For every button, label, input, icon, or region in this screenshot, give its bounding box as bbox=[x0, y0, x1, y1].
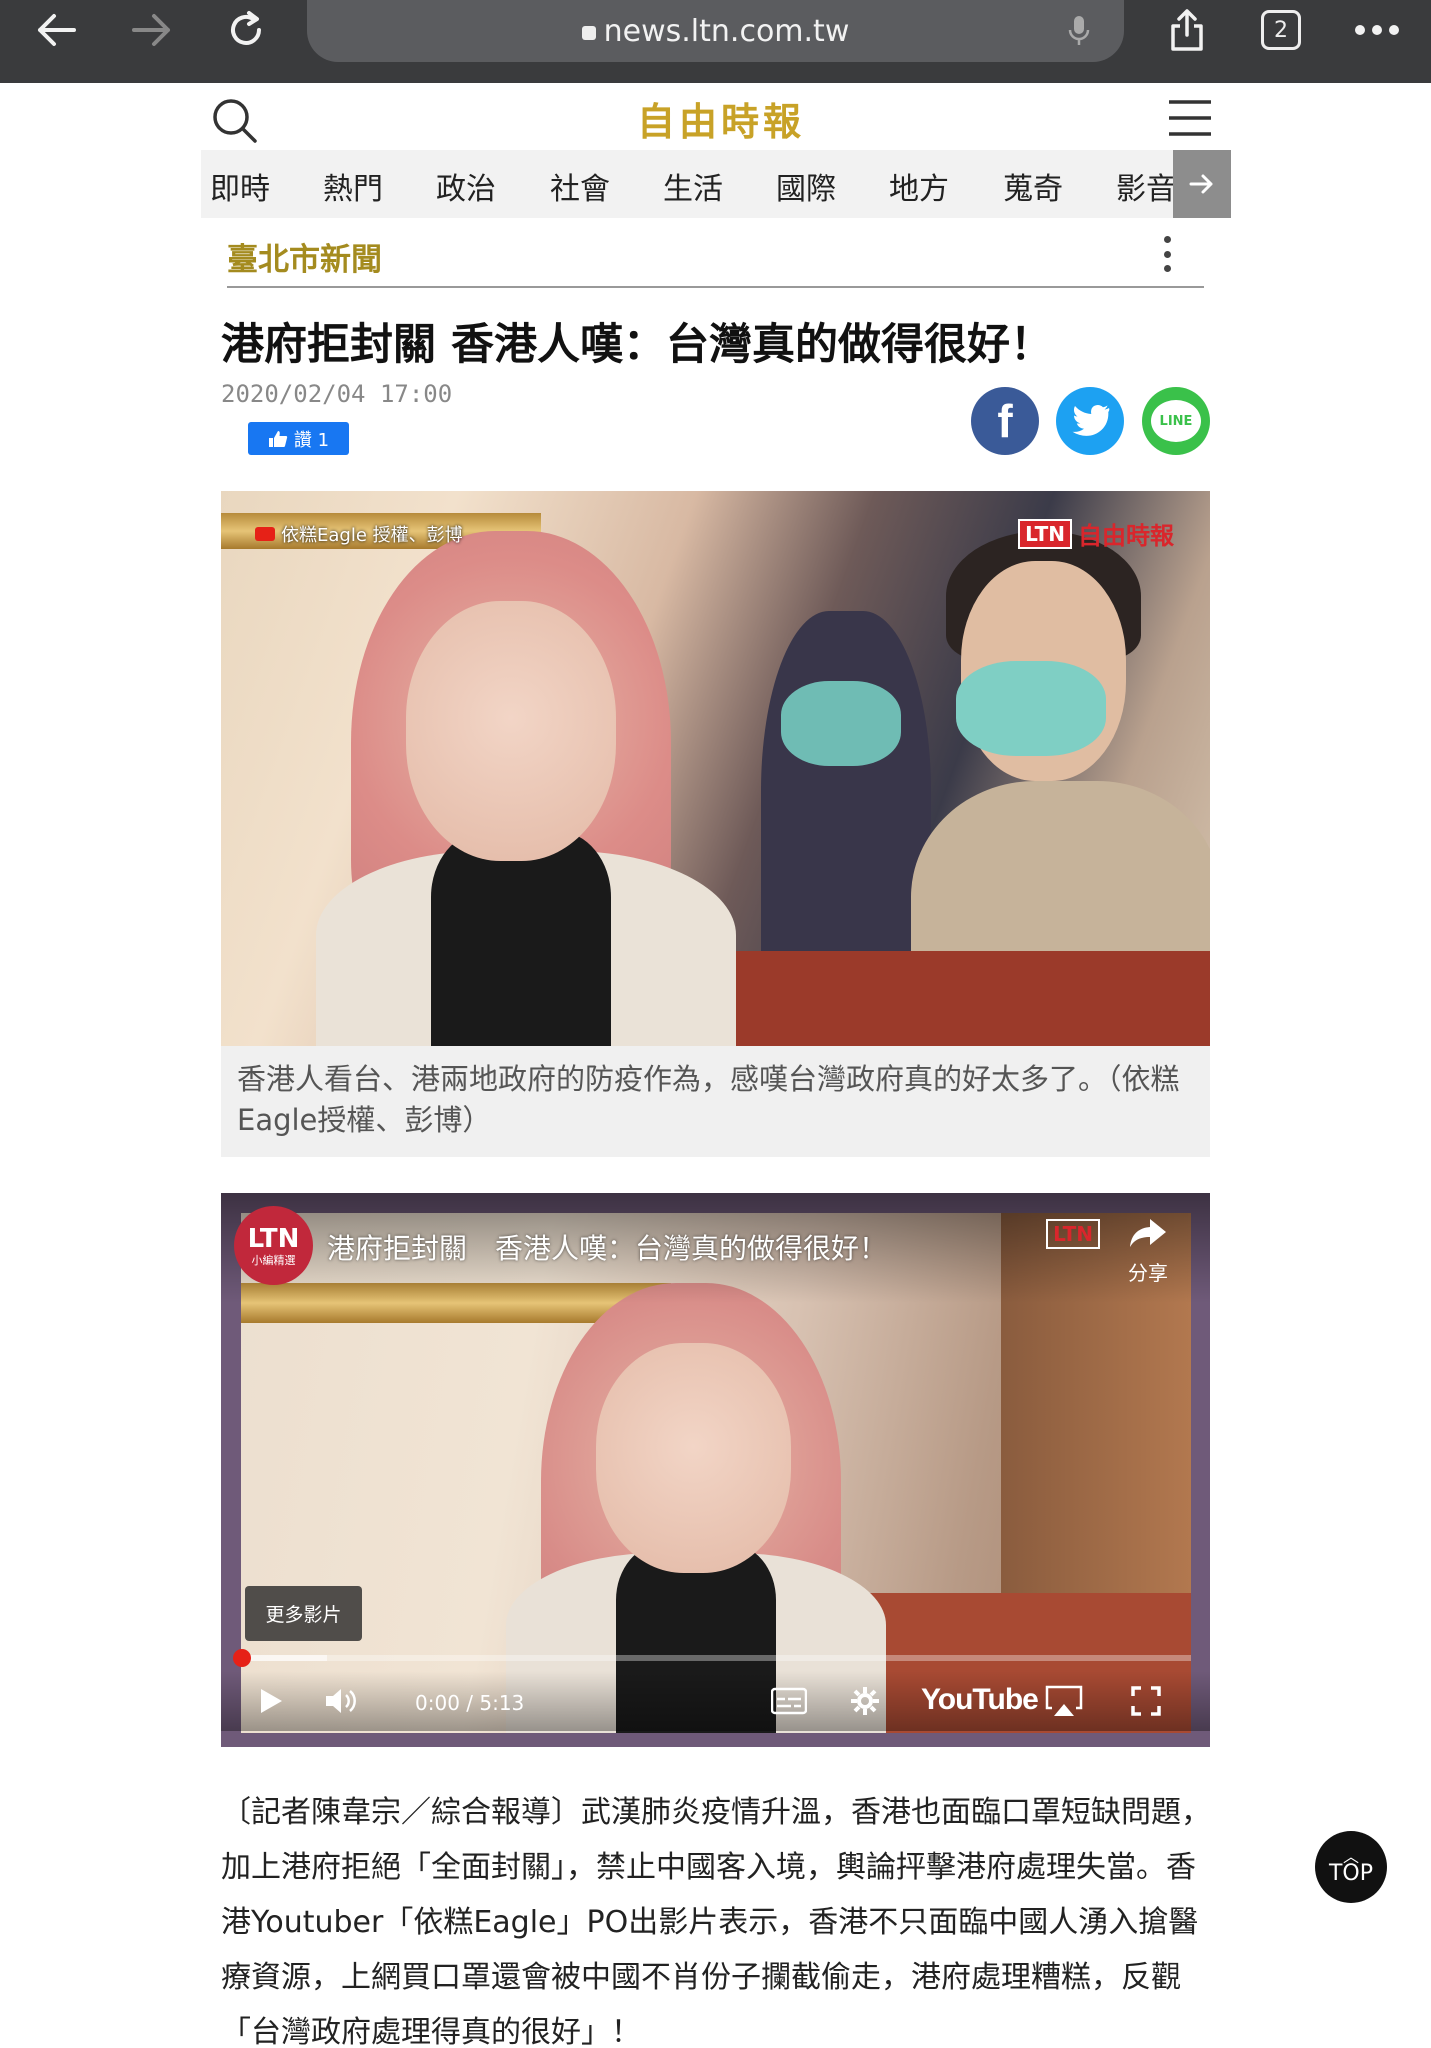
photo-youtuber-face bbox=[406, 601, 616, 861]
airplay-icon[interactable] bbox=[1041, 1681, 1087, 1721]
line-share-icon[interactable]: LINE bbox=[1142, 387, 1210, 455]
back-to-top-button[interactable]: ︿ TOP bbox=[1315, 1831, 1387, 1903]
video-share-button[interactable]: 分享 bbox=[1128, 1217, 1168, 1286]
share-label: 分享 bbox=[1128, 1261, 1168, 1285]
kebab-menu-icon[interactable] bbox=[1160, 236, 1174, 272]
youtube-video-player[interactable]: LTN 小編精選 港府拒封關 香港人嘆：台灣真的做得很好！ LTN 分享 更多影… bbox=[221, 1193, 1210, 1747]
youtube-logo[interactable]: YouTube bbox=[921, 1683, 1039, 1717]
ltn-watermark-text: 自由時報 bbox=[1078, 521, 1174, 550]
video-ltn-box: LTN bbox=[1046, 1219, 1100, 1249]
thumbs-up-icon bbox=[268, 430, 288, 447]
nav-item-local[interactable]: 地方 bbox=[889, 164, 949, 208]
site-logo[interactable]: 自由時報 bbox=[631, 91, 811, 146]
reload-icon[interactable] bbox=[218, 0, 274, 60]
nav-item-world[interactable]: 國際 bbox=[776, 164, 836, 208]
channel-avatar-top: LTN bbox=[247, 1223, 300, 1254]
tabs-button[interactable]: 2 bbox=[1254, 0, 1308, 60]
volume-icon[interactable] bbox=[321, 1681, 361, 1721]
search-icon[interactable] bbox=[211, 97, 259, 149]
article-body: 〔記者陳韋宗／綜合報導〕武漢肺炎疫情升溫，香港也面臨口罩短缺問題，加上港府拒絕「… bbox=[221, 1785, 1211, 2048]
captions-icon[interactable] bbox=[766, 1681, 812, 1721]
channel-avatar[interactable]: LTN 小編精選 bbox=[234, 1206, 313, 1285]
photo-source-watermark: 依糕Eagle 授權、彭博 bbox=[255, 521, 463, 547]
photo-youtuber-top bbox=[431, 831, 611, 1046]
video-ltn-watermark: LTN bbox=[1046, 1219, 1100, 1249]
microphone-icon[interactable] bbox=[1068, 14, 1090, 56]
article-headline: 港府拒封關 香港人嘆：台灣真的做得很好！ bbox=[221, 320, 1053, 370]
photo-official-mask bbox=[956, 661, 1106, 756]
article-date: 2020/02/04 17:00 bbox=[221, 380, 453, 408]
video-time: 0:00 / 5:13 bbox=[415, 1691, 525, 1715]
back-arrow-icon[interactable] bbox=[28, 0, 84, 60]
fullscreen-icon[interactable] bbox=[1126, 1681, 1166, 1721]
photo-mask-background bbox=[781, 681, 901, 766]
play-icon[interactable] bbox=[251, 1681, 291, 1721]
nav-item-politics[interactable]: 政治 bbox=[436, 164, 496, 208]
photo-source-text: 依糕Eagle 授權、彭博 bbox=[281, 525, 463, 546]
video-title[interactable]: 港府拒封關 香港人嘆：台灣真的做得很好！ bbox=[327, 1227, 887, 1267]
forward-arrow-icon[interactable] bbox=[124, 0, 180, 60]
nav-item-novelty[interactable]: 蒐奇 bbox=[1003, 164, 1063, 208]
nav-item-popular[interactable]: 熱門 bbox=[323, 164, 383, 208]
tab-count: 2 bbox=[1261, 10, 1301, 50]
browser-toolbar: news.ltn.com.tw 2 bbox=[0, 0, 1431, 83]
video-controls: 0:00 / 5:13 YouTube bbox=[221, 1671, 1210, 1731]
category-nav: 即時 熱門 政治 社會 生活 國際 地方 蒐奇 影音 bbox=[201, 150, 1231, 218]
nav-item-video[interactable]: 影音 bbox=[1116, 164, 1176, 208]
facebook-like-button[interactable]: 讚 1 bbox=[248, 422, 349, 455]
ltn-watermark-box: LTN bbox=[1018, 518, 1072, 549]
nav-item-society[interactable]: 社會 bbox=[550, 164, 610, 208]
twitter-share-icon[interactable] bbox=[1056, 387, 1124, 455]
video-buffered-bar bbox=[241, 1655, 327, 1661]
line-glyph: LINE bbox=[1151, 400, 1201, 442]
article-paragraph: 〔記者陳韋宗／綜合報導〕武漢肺炎疫情升溫，香港也面臨口罩短缺問題，加上港府拒絕「… bbox=[221, 1795, 1211, 2048]
channel-avatar-bottom: 小編精選 bbox=[251, 1253, 296, 1267]
address-bar[interactable]: news.ltn.com.tw bbox=[307, 0, 1124, 62]
hamburger-menu-icon[interactable] bbox=[1167, 99, 1213, 141]
share-icon[interactable] bbox=[1160, 0, 1214, 60]
more-videos-button[interactable]: 更多影片 bbox=[245, 1586, 362, 1641]
youtube-mini-icon bbox=[255, 527, 275, 541]
video-scrubber-knob[interactable] bbox=[233, 1649, 251, 1667]
url-text: news.ltn.com.tw bbox=[603, 13, 850, 49]
site-header: 自由時報 bbox=[201, 83, 1231, 150]
top-label: TOP bbox=[1328, 1861, 1374, 1886]
settings-gear-icon[interactable] bbox=[843, 1681, 887, 1721]
lock-icon bbox=[581, 26, 596, 40]
facebook-share-icon[interactable]: f bbox=[971, 387, 1039, 455]
like-count: 讚 1 bbox=[293, 429, 330, 451]
article-photo[interactable]: 依糕Eagle 授權、彭博 LTN 自由時報 bbox=[221, 491, 1210, 1046]
nav-item-life[interactable]: 生活 bbox=[663, 164, 723, 208]
video-progress-bar[interactable] bbox=[233, 1649, 1191, 1667]
ltn-watermark: LTN 自由時報 bbox=[1018, 516, 1174, 551]
nav-item-instant[interactable]: 即時 bbox=[210, 164, 270, 208]
facebook-glyph: f bbox=[997, 395, 1013, 447]
more-options-icon[interactable] bbox=[1350, 0, 1404, 60]
section-divider bbox=[227, 286, 1204, 288]
photo-caption: 香港人看台、港兩地政府的防疫作為，感嘆台灣政府真的好太多了。（依糕Eagle授權… bbox=[221, 1046, 1210, 1157]
section-label[interactable]: 臺北市新聞 bbox=[227, 234, 382, 279]
nav-scroll-arrow-icon[interactable] bbox=[1173, 150, 1231, 218]
video-youtuber-face bbox=[596, 1343, 791, 1573]
share-arrow-icon bbox=[1128, 1217, 1168, 1257]
